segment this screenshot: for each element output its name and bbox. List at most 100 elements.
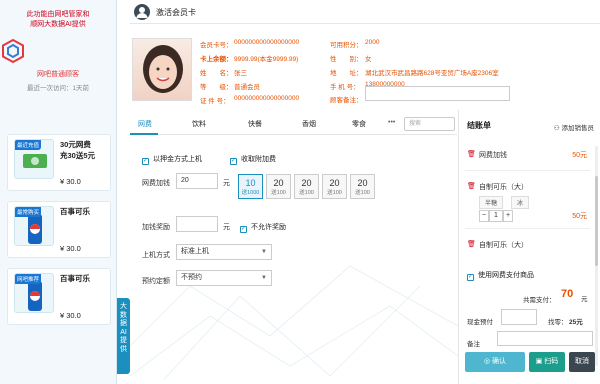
balance-label: 卡上余额：: [200, 56, 233, 63]
change-label: 找零：: [548, 319, 568, 326]
sidebar-notice: 此功能由网吧管家和 顺网大数据AI提供: [0, 10, 116, 30]
amount-option[interactable]: 20 送100: [266, 174, 291, 199]
tab-drinks[interactable]: 饮料: [192, 119, 206, 129]
chevron-down-icon: ▼: [261, 275, 267, 281]
use-fee-checkbox[interactable]: ✓ 使用网费支付商品: [467, 270, 534, 281]
chevron-down-icon: ▼: [261, 249, 267, 255]
promo-title: 百事可乐: [60, 274, 90, 283]
product-search-input[interactable]: 搜索: [404, 117, 455, 131]
reserve-select[interactable]: 不预约 ▼: [176, 270, 272, 286]
tab-snacks[interactable]: 零食: [352, 119, 366, 129]
name-value: 张三: [234, 70, 247, 77]
amount-option[interactable]: 20 送100: [350, 174, 375, 199]
promo-tag: 网吧推荐: [15, 274, 42, 284]
remark-label: 备注: [467, 341, 480, 348]
cancel-button[interactable]: 取消: [569, 352, 595, 372]
remark-input[interactable]: [497, 331, 593, 346]
customer-level-icon: [1, 38, 24, 64]
checkout-panel: 结账单 ⚇ 添加销售员 🗑 网费加钱 50元 🗑 自制可乐（大） 半糖 冰 − …: [458, 110, 600, 384]
checkout-scrollbar[interactable]: [595, 146, 598, 366]
item-name: 自制可乐（大）: [479, 242, 528, 249]
deposit-mode-checkbox[interactable]: ✓ 以押金方式上机: [142, 154, 202, 165]
bonus-label: 加钱奖励: [142, 224, 170, 231]
login-mode-select[interactable]: 标准上机 ▼: [176, 244, 272, 260]
sidebar-notice-line2: 顺网大数据AI提供: [30, 21, 86, 28]
no-bonus-checkbox[interactable]: ✓ 不允许奖励: [240, 222, 286, 233]
promo-card[interactable]: 网吧推荐 百事可乐 ¥ 30.0: [7, 268, 111, 325]
item-option-tag[interactable]: 冰: [511, 196, 530, 209]
confirm-button[interactable]: ◎ 确认: [465, 352, 525, 372]
balance-value: 9999.99(本金9999.99): [234, 56, 299, 63]
promo-price: ¥ 30.0: [60, 177, 81, 186]
item-price: 50元: [572, 213, 587, 220]
total-value: 70: [561, 288, 574, 300]
cash-icon: 最近充值: [14, 139, 54, 179]
tab-fastfood[interactable]: 快餐: [248, 119, 262, 129]
customer-type: 网吧普通顾客: [37, 71, 79, 78]
total-unit: 元: [581, 296, 588, 303]
promo-title: 百事可乐: [60, 207, 90, 216]
level-value: 普通会员: [234, 84, 260, 91]
tab-netfee[interactable]: 网费: [138, 119, 152, 129]
divider: [465, 170, 590, 171]
points-label: 可用积分：: [330, 42, 363, 49]
promo-price: ¥ 30.0: [60, 311, 81, 320]
change-value: 25元: [569, 319, 583, 326]
amount-option[interactable]: 20 送100: [322, 174, 347, 199]
amount-option[interactable]: 20 送100: [294, 174, 319, 199]
item-price: 50元: [572, 152, 587, 159]
promo-card[interactable]: 最近充值 30元网费 充30送5元 ¥ 30.0: [7, 134, 111, 191]
member-info: 会员卡号： 000000000000000000 卡上余额： 9999.99(本…: [130, 24, 600, 106]
active-tab-indicator: [130, 133, 158, 135]
promo-tag: 最近充值: [15, 140, 42, 150]
prepay-label: 现金预付: [467, 319, 493, 326]
decrement-button[interactable]: −: [479, 210, 489, 222]
promo-price: ¥ 30.0: [60, 244, 81, 253]
check-circle-icon: ◎: [483, 358, 493, 365]
delete-icon[interactable]: 🗑: [467, 182, 476, 190]
phone-label: 手 机 号：: [330, 84, 360, 91]
tabs-more-button[interactable]: •••: [388, 119, 395, 126]
sidebar-notice-line1: 此功能由网吧管家和: [26, 11, 90, 18]
tab-cigarettes[interactable]: 香烟: [302, 119, 316, 129]
page-title: 激活会员卡: [156, 8, 196, 17]
promo-card[interactable]: 最常购买 百事可乐 ¥ 30.0: [7, 201, 111, 258]
last-visit: 最近一次访问：1天前: [26, 85, 90, 92]
extra-fee-checkbox[interactable]: ✓ 收取附加费: [230, 154, 276, 165]
item-option-tag[interactable]: 半糖: [479, 196, 504, 209]
points-value: 2000: [365, 39, 380, 46]
fee-input[interactable]: 20: [176, 173, 218, 189]
prepay-input[interactable]: [501, 309, 537, 325]
product-tabs: 网费 饮料 快餐 香烟 零食 ••• 搜索: [130, 113, 457, 135]
bonus-input[interactable]: [176, 216, 218, 232]
window-header: 激活会员卡: [130, 0, 600, 24]
add-salesperson-button[interactable]: ⚇ 添加销售员: [554, 122, 594, 132]
id-label: 证 件 号：: [200, 98, 230, 105]
increment-button[interactable]: +: [503, 210, 513, 222]
remark-label: 顾客备注：: [330, 97, 363, 104]
bonus-unit: 元: [223, 224, 230, 231]
delete-icon[interactable]: 🗑: [467, 240, 476, 248]
scan-icon: ▣: [535, 358, 545, 365]
pepsi-can-icon: 网吧推荐: [14, 273, 54, 313]
customer-remark-input[interactable]: [365, 86, 510, 101]
name-label: 姓 名：: [200, 70, 233, 77]
amount-option[interactable]: 10 送1000: [238, 174, 263, 199]
scan-button[interactable]: ▣ 扫码: [529, 352, 565, 372]
checkout-title: 结账单: [467, 121, 491, 130]
pepsi-can-icon: 最常购买: [14, 206, 54, 246]
item-name: 网费加钱: [479, 152, 507, 159]
delete-icon[interactable]: 🗑: [467, 150, 476, 158]
card-no-label: 会员卡号：: [200, 42, 233, 49]
divider: [465, 228, 590, 229]
promo-title: 30元网费 充30送5元: [60, 140, 96, 160]
bigdata-ai-tab[interactable]: 大数据AI提供: [117, 298, 130, 374]
fee-unit: 元: [223, 180, 230, 187]
address-label: 地 址：: [330, 70, 363, 77]
total-label: 共需支付：: [523, 297, 556, 304]
promo-tag: 最常购买: [15, 207, 42, 217]
id-value: 000000000000000000: [234, 95, 300, 102]
quantity-value[interactable]: 1: [489, 210, 503, 222]
ai-sidebar: 此功能由网吧管家和 顺网大数据AI提供 网吧普通顾客 最近一次访问：1天前 最近…: [0, 0, 117, 384]
item-name: 自制可乐（大）: [479, 184, 528, 191]
